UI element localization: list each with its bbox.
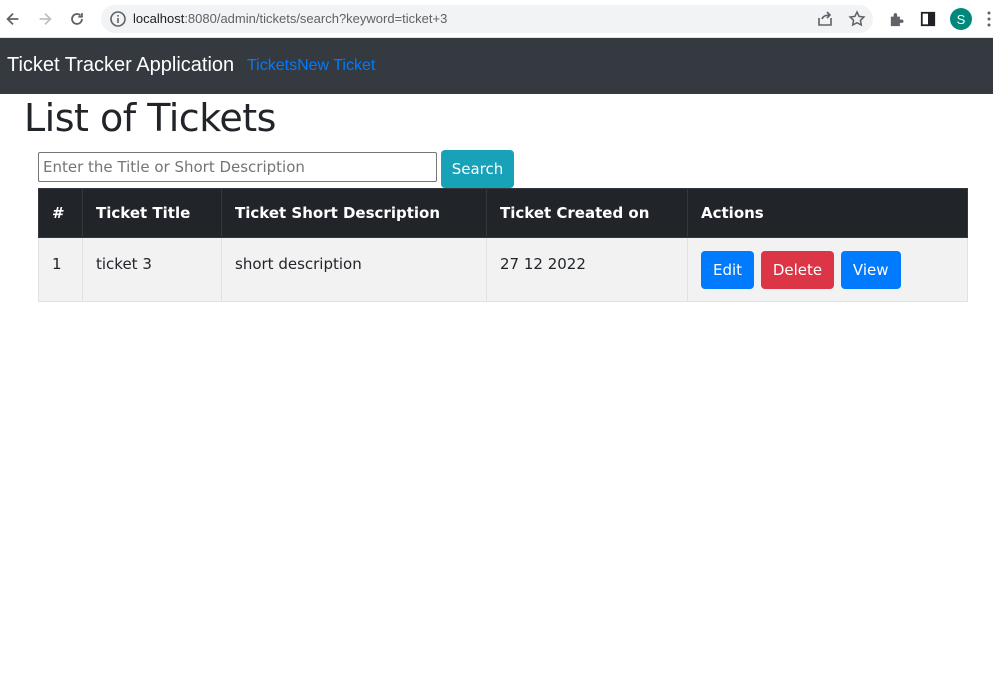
edit-button[interactable]: Edit bbox=[701, 251, 755, 289]
navbar-links: TicketsNew Ticket bbox=[247, 57, 375, 75]
extensions-puzzle-icon[interactable] bbox=[886, 9, 906, 29]
browser-toolbar: localhost:8080/admin/tickets/search?keyw… bbox=[0, 0, 993, 38]
share-icon[interactable] bbox=[816, 10, 834, 28]
column-header-description: Ticket Short Description bbox=[221, 188, 487, 238]
bookmark-star-icon[interactable] bbox=[848, 10, 866, 28]
search-button[interactable]: Search bbox=[441, 150, 514, 188]
site-info-icon[interactable] bbox=[109, 10, 127, 28]
table-header-row: # Ticket Title Ticket Short Description … bbox=[38, 188, 968, 238]
nav-link-new-ticket[interactable]: New Ticket bbox=[297, 57, 375, 74]
delete-button[interactable]: Delete bbox=[760, 251, 835, 289]
column-header-index: # bbox=[38, 188, 83, 238]
cell-description: short description bbox=[221, 237, 487, 302]
side-panel-icon[interactable] bbox=[918, 9, 938, 29]
column-header-title: Ticket Title bbox=[82, 188, 222, 238]
column-header-created-on: Ticket Created on bbox=[486, 188, 688, 238]
back-arrow-icon[interactable] bbox=[3, 9, 23, 29]
profile-avatar[interactable]: S bbox=[950, 8, 972, 30]
cell-created-on: 27 12 2022 bbox=[486, 237, 688, 302]
cell-index: 1 bbox=[38, 237, 83, 302]
cell-actions: Edit Delete View bbox=[687, 237, 968, 302]
tickets-table: # Ticket Title Ticket Short Description … bbox=[38, 188, 968, 302]
url-text[interactable]: localhost:8080/admin/tickets/search?keyw… bbox=[133, 11, 447, 26]
nav-link-tickets[interactable]: Tickets bbox=[247, 57, 297, 74]
browser-menu-icon[interactable] bbox=[986, 11, 992, 27]
address-bar[interactable]: localhost:8080/admin/tickets/search?keyw… bbox=[101, 5, 873, 33]
navbar-brand[interactable]: Ticket Tracker Application bbox=[7, 54, 234, 77]
app-navbar: Ticket Tracker Application TicketsNew Ti… bbox=[0, 38, 993, 94]
column-header-actions: Actions bbox=[687, 188, 968, 238]
view-button[interactable]: View bbox=[840, 251, 901, 289]
table-row: 1 ticket 3 short description 27 12 2022 … bbox=[38, 237, 968, 302]
page-title: List of Tickets bbox=[24, 96, 276, 140]
cell-title: ticket 3 bbox=[82, 237, 222, 302]
reload-icon[interactable] bbox=[67, 9, 87, 29]
search-input[interactable] bbox=[38, 152, 437, 182]
forward-arrow-icon[interactable] bbox=[35, 9, 55, 29]
